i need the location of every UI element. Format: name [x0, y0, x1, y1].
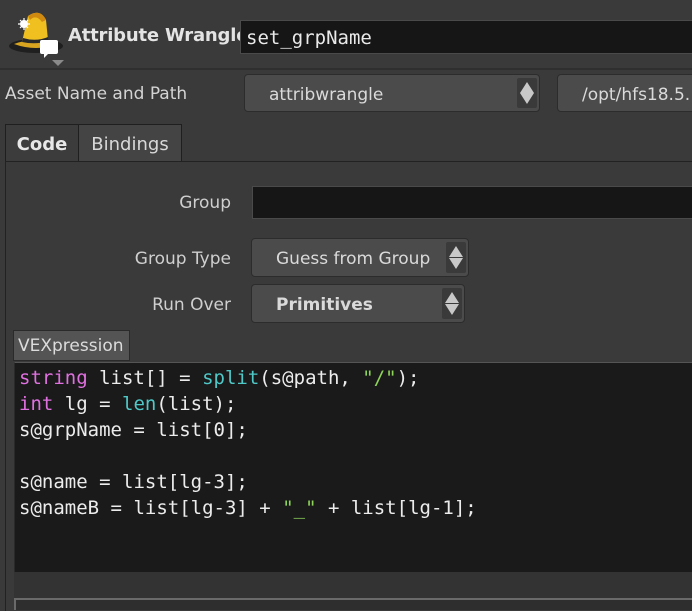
wrangle-node-icon[interactable] — [6, 6, 68, 68]
asset-path-field[interactable]: /opt/hfs18.5. — [557, 74, 692, 112]
node-name-input[interactable]: set_grpName — [240, 20, 692, 54]
tab-code[interactable]: Code — [5, 124, 79, 162]
up-down-arrows-icon — [442, 288, 462, 319]
vexpression-label: VEXpression — [13, 330, 130, 361]
vex-code-editor[interactable]: string list[] = split(s@path, "/"); int l… — [14, 362, 692, 572]
code-line: s@nameB = list[lg-3] + "_" + list[lg-1]; — [19, 497, 477, 519]
run-over-menu[interactable]: Primitives — [251, 284, 465, 323]
run-over-value: Primitives — [276, 295, 373, 315]
horizontal-scrollbar[interactable] — [14, 598, 692, 610]
code-line: s@grpName = list[0]; — [19, 419, 248, 441]
up-down-arrows-icon — [517, 78, 537, 108]
asset-name-path-label: Asset Name and Path — [5, 84, 188, 104]
asset-name-menu[interactable]: attribwrangle — [244, 74, 540, 112]
header-divider — [0, 68, 692, 70]
group-type-value: Guess from Group — [276, 249, 431, 269]
group-label: Group — [179, 193, 231, 213]
code-line: string list[] = split(s@path, "/"); — [19, 367, 420, 389]
run-over-label: Run Over — [152, 295, 231, 315]
up-down-arrows-icon — [446, 242, 466, 273]
group-input[interactable] — [252, 186, 692, 219]
code-line: s@name = list[lg-3]; — [19, 471, 248, 493]
code-line: int lg = len(list); — [19, 393, 237, 415]
group-type-label: Group Type — [134, 249, 231, 269]
tab-bindings[interactable]: Bindings — [78, 124, 182, 162]
node-type-label: Attribute Wrangle — [68, 25, 249, 46]
group-type-menu[interactable]: Guess from Group — [251, 238, 469, 277]
asset-name-value: attribwrangle — [269, 85, 384, 105]
